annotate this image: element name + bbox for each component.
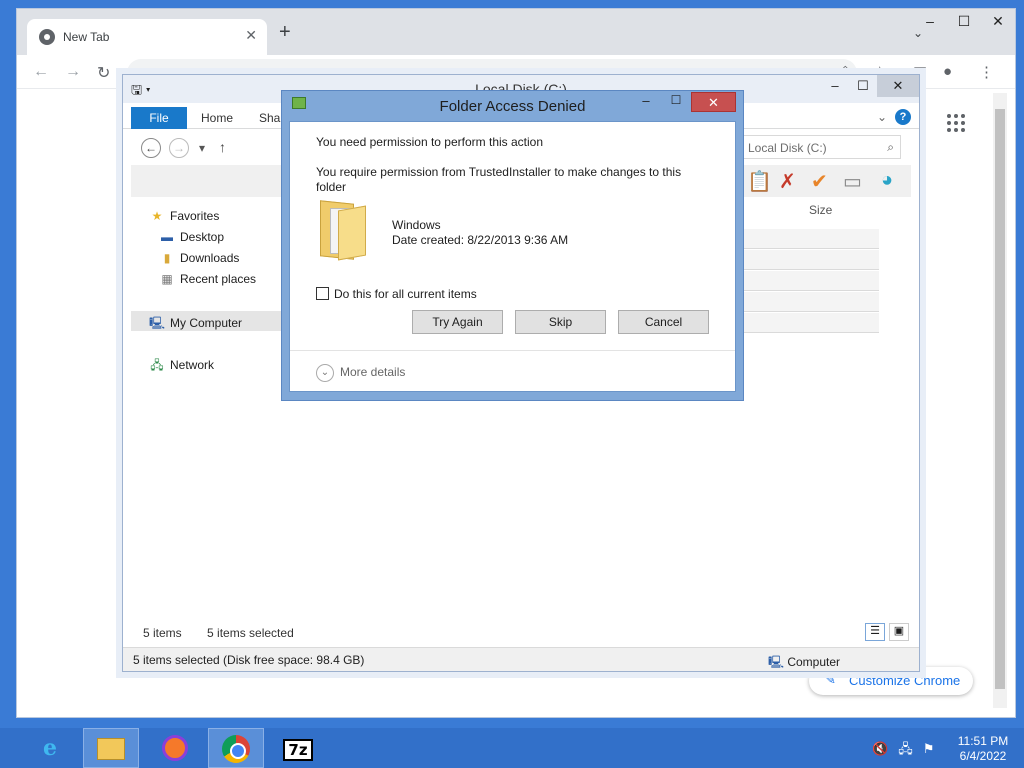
page-scrollbar[interactable] xyxy=(993,93,1007,708)
system-tray: 🔇 🖧 ⚑ xyxy=(872,740,944,762)
dialog-heading: You need permission to perform this acti… xyxy=(316,135,544,149)
apply-all-checkbox[interactable] xyxy=(316,287,329,300)
ribbon-tab-home[interactable]: Home xyxy=(201,111,233,125)
cancel-button[interactable]: Cancel xyxy=(618,310,709,334)
dialog-divider xyxy=(290,350,735,351)
explorer-forward-icon[interactable]: → xyxy=(169,138,189,158)
file-row[interactable] xyxy=(743,313,879,333)
minimize-button[interactable]: – xyxy=(913,9,947,33)
file-explorer-taskbar-icon[interactable] xyxy=(83,728,139,768)
dialog-minimize-button[interactable]: – xyxy=(633,93,659,108)
try-again-button[interactable]: Try Again xyxy=(412,310,503,334)
customize-chrome-label: Customize Chrome xyxy=(849,673,961,688)
action-center-flag-icon[interactable]: ⚑ xyxy=(923,741,935,756)
search-placeholder: Local Disk (C:) xyxy=(748,141,827,155)
network-status-icon[interactable]: 🖧 xyxy=(898,741,913,756)
internet-explorer-icon[interactable]: e xyxy=(22,728,78,768)
folder-icon xyxy=(320,198,368,261)
nav-desktop[interactable]: ▬ Desktop xyxy=(159,230,224,244)
item-count-bar: 5 items 5 items selected xyxy=(143,626,316,640)
apply-all-label[interactable]: Do this for all current items xyxy=(334,287,477,301)
help-icon[interactable]: ? xyxy=(895,109,911,125)
close-button[interactable]: ✕ xyxy=(981,9,1015,33)
explorer-status-bar: 5 items selected (Disk free space: 98.4 … xyxy=(123,647,919,671)
nav-my-computer[interactable]: 🖳 My Computer xyxy=(149,314,242,335)
clock-time: 11:51 PM xyxy=(957,734,1009,748)
profile-avatar-icon[interactable]: ● xyxy=(943,63,952,80)
reload-icon[interactable]: ↻ xyxy=(97,63,110,83)
clipboard-icon[interactable]: 📋 xyxy=(747,169,772,194)
items-selected: 5 items selected xyxy=(207,626,294,640)
explorer-search-input[interactable]: Local Disk (C:) ⌕ xyxy=(741,135,901,159)
chrome-tabstrip: New Tab ✕ + ⌄ – ☐ ✕ xyxy=(17,9,1015,55)
explorer-close-button[interactable]: ✕ xyxy=(877,75,919,97)
taskbar-clock[interactable]: 11:51 PM 6/4/2022 xyxy=(948,734,1018,764)
recent-locations-chevron-icon[interactable]: ▾ xyxy=(199,141,205,155)
new-tab-button[interactable]: + xyxy=(279,22,291,42)
nav-network[interactable]: 🖧 Network xyxy=(149,356,214,377)
google-apps-icon[interactable] xyxy=(947,114,965,132)
forward-arrow-icon[interactable]: → xyxy=(65,63,81,81)
dialog-maximize-button[interactable]: ☐ xyxy=(663,93,689,107)
chrome-taskbar-icon[interactable] xyxy=(208,728,264,768)
clock-date: 6/4/2022 xyxy=(959,749,1007,763)
checkmark-icon[interactable]: ✔ xyxy=(811,169,828,194)
ribbon-tab-file[interactable]: File xyxy=(131,107,187,129)
explorer-back-icon[interactable]: ← xyxy=(141,138,161,158)
seven-zip-icon[interactable]: 7z xyxy=(270,728,326,768)
star-icon: ★ xyxy=(151,209,163,223)
menu-kebab-icon[interactable]: ⋮ xyxy=(979,63,994,81)
chrome-favicon-icon xyxy=(39,29,55,45)
large-icons-view-icon[interactable]: ▣ xyxy=(889,623,909,641)
more-details-toggle[interactable]: ⌄ More details xyxy=(316,364,405,382)
item-name: Windows xyxy=(392,218,441,232)
items-count: 5 items xyxy=(143,626,182,640)
delete-x-icon[interactable]: ✗ xyxy=(779,169,796,194)
item-date-created: Date created: 8/22/2013 9:36 AM xyxy=(392,233,569,247)
chevron-down-icon: ⌄ xyxy=(316,364,334,382)
tab-title: New Tab xyxy=(63,30,110,44)
column-header-size[interactable]: Size xyxy=(809,203,832,217)
shell-icon[interactable]: ◕ xyxy=(881,169,893,192)
details-view-icon[interactable]: ☰ xyxy=(865,623,885,641)
file-row[interactable] xyxy=(743,271,879,291)
computer-icon: 🖳 xyxy=(149,316,166,330)
dialog-titlebar: Folder Access Denied – ☐ ✕ xyxy=(282,91,743,119)
back-arrow-icon[interactable]: ← xyxy=(33,63,49,81)
taskbar: e 7z 🔇 🖧 ⚑ 11:51 PM 6/4/2022 xyxy=(0,728,1024,768)
downloads-folder-icon: ▮ xyxy=(163,251,171,265)
volume-muted-icon[interactable]: 🔇 xyxy=(872,741,888,756)
dialog-close-button[interactable]: ✕ xyxy=(691,92,736,112)
rename-icon[interactable]: ▭ xyxy=(843,169,862,194)
disk-space-status: 5 items selected (Disk free space: 98.4 … xyxy=(133,653,365,667)
file-row[interactable] xyxy=(743,250,879,270)
desktop-icon: ▬ xyxy=(161,230,173,244)
explorer-maximize-button[interactable]: ☐ xyxy=(849,75,877,97)
nav-downloads[interactable]: ▮ Downloads xyxy=(159,251,240,265)
file-row[interactable] xyxy=(743,229,879,249)
firefox-icon[interactable] xyxy=(147,728,203,768)
recent-places-icon: ▦ xyxy=(161,272,173,286)
nav-favorites[interactable]: ★ Favorites xyxy=(149,209,220,223)
file-row[interactable] xyxy=(743,292,879,312)
status-location: 🖳 Computer xyxy=(768,655,841,669)
search-icon: ⌕ xyxy=(887,140,894,154)
network-icon: 🖧 xyxy=(150,358,164,372)
up-arrow-icon[interactable]: ↑ xyxy=(219,139,226,155)
chrome-window-controls: – ☐ ✕ xyxy=(913,9,1015,37)
tab-close-icon[interactable]: ✕ xyxy=(245,27,257,44)
dialog-message: You require permission from TrustedInsta… xyxy=(316,165,682,194)
computer-status-icon: 🖳 xyxy=(768,655,788,669)
view-switcher: ☰ ▣ xyxy=(861,623,909,641)
folder-access-denied-dialog: Folder Access Denied – ☐ ✕ You need perm… xyxy=(281,90,744,401)
pencil-icon: ✎ xyxy=(825,672,836,687)
skip-button[interactable]: Skip xyxy=(515,310,606,334)
chrome-tab-new-tab[interactable]: New Tab ✕ xyxy=(27,19,267,55)
explorer-minimize-button[interactable]: – xyxy=(821,75,849,97)
maximize-button[interactable]: ☐ xyxy=(947,9,981,33)
nav-recent-places[interactable]: ▦ Recent places xyxy=(159,272,256,286)
dialog-body: You need permission to perform this acti… xyxy=(289,121,736,392)
ribbon-expand-chevron-icon[interactable]: ⌄ xyxy=(877,110,887,124)
